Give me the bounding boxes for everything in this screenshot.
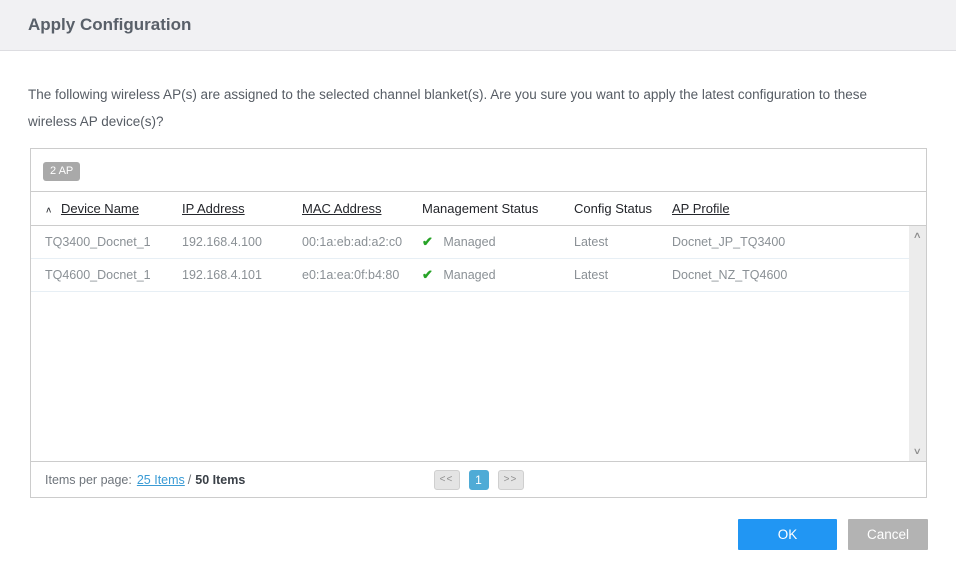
cell-device-name: TQ4600_Docnet_1 xyxy=(45,268,151,282)
cell-mac-address: e0:1a:ea:0f:b4:80 xyxy=(302,268,400,282)
cell-ip-address: 192.168.4.100 xyxy=(182,235,262,249)
cell-device-name: TQ3400_Docnet_1 xyxy=(45,235,151,249)
current-page-button[interactable]: 1 xyxy=(468,469,489,490)
cell-config-status: Latest xyxy=(574,268,609,282)
ap-count-badge: 2 AP xyxy=(43,162,81,181)
page-title: Apply Configuration xyxy=(28,15,192,34)
scroll-up-icon[interactable]: ∧ xyxy=(913,226,922,245)
table-body: TQ3400_Docnet_1 192.168.4.100 00:1a:eb:a… xyxy=(31,226,926,461)
next-page-button[interactable]: >> xyxy=(497,469,524,490)
cell-management-status: ✔ Managed xyxy=(422,234,574,250)
items-per-page-label: Items per page: xyxy=(45,472,132,487)
total-items: 50 Items xyxy=(195,472,246,487)
sort-asc-icon: ∧ xyxy=(45,205,53,216)
table-row[interactable]: TQ3400_Docnet_1 192.168.4.100 00:1a:eb:a… xyxy=(31,226,909,259)
table-toolbar: 2 AP xyxy=(31,149,926,192)
column-header-mac-address[interactable]: MAC Address xyxy=(302,201,422,216)
table-header-row: ∧ Device Name IP Address MAC Address Man… xyxy=(31,192,926,226)
confirmation-message: The following wireless AP(s) are assigne… xyxy=(28,87,867,129)
management-status-text: Managed xyxy=(443,235,496,249)
cell-ap-profile: Docnet_JP_TQ3400 xyxy=(672,235,786,249)
dialog-titlebar: Apply Configuration xyxy=(0,0,956,51)
column-header-ap-profile[interactable]: AP Profile xyxy=(672,201,926,216)
items-separator: / xyxy=(187,472,192,487)
items-per-page: Items per page: 25 Items/50 Items xyxy=(31,473,245,487)
column-header-management-status: Management Status xyxy=(422,201,539,216)
column-header-ip-address[interactable]: IP Address xyxy=(182,201,302,216)
ap-table: 2 AP ∧ Device Name IP Address MAC Addres… xyxy=(30,148,927,498)
ok-button[interactable]: OK xyxy=(738,519,837,550)
pagination-bar: Items per page: 25 Items/50 Items << 1 >> xyxy=(31,461,926,497)
cell-ap-profile: Docnet_NZ_TQ4600 xyxy=(672,268,788,282)
cancel-button[interactable]: Cancel xyxy=(848,519,928,550)
cell-mac-address: 00:1a:eb:ad:a2:c0 xyxy=(302,235,403,249)
cell-config-status: Latest xyxy=(574,235,609,249)
column-header-config-status: Config Status xyxy=(574,201,653,216)
table-row[interactable]: TQ4600_Docnet_1 192.168.4.101 e0:1a:ea:0… xyxy=(31,259,909,292)
column-header-device-name[interactable]: ∧ Device Name xyxy=(31,201,182,216)
items-per-page-link[interactable]: 25 Items xyxy=(137,473,185,487)
managed-check-icon: ✔ xyxy=(422,234,433,249)
managed-check-icon: ✔ xyxy=(422,267,433,282)
vertical-scrollbar[interactable]: ∧ ∨ xyxy=(909,226,926,461)
scroll-down-icon[interactable]: ∨ xyxy=(913,442,922,461)
page-controls: << 1 >> xyxy=(433,469,524,490)
cell-management-status: ✔ Managed xyxy=(422,267,574,283)
cell-ip-address: 192.168.4.101 xyxy=(182,268,262,282)
management-status-text: Managed xyxy=(443,268,496,282)
prev-page-button[interactable]: << xyxy=(433,469,460,490)
